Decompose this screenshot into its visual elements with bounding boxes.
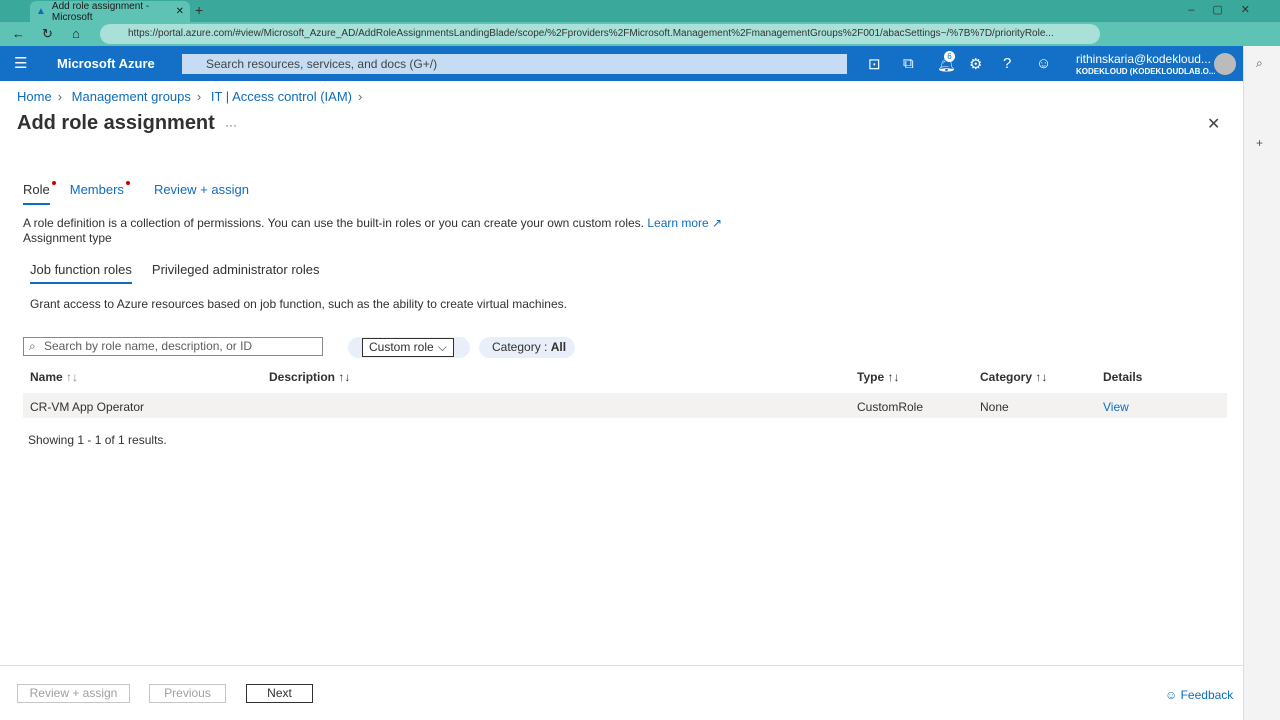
close-icon[interactable]: ✕ — [1207, 114, 1220, 134]
tab-review-assign[interactable]: Review + assign — [154, 182, 249, 205]
gear-icon[interactable]: ⚙ — [969, 55, 982, 73]
category-label: Category : — [492, 340, 551, 354]
breadcrumb-management-groups[interactable]: Management groups — [72, 89, 191, 104]
col-name[interactable]: Name ↑↓ — [30, 370, 78, 384]
tab-role[interactable]: Role — [23, 181, 56, 205]
required-dot — [51, 181, 56, 185]
required-dot — [125, 181, 130, 185]
previous-button[interactable]: Previous — [149, 684, 226, 703]
col-type[interactable]: Type ↑↓ — [857, 370, 899, 384]
breadcrumb-home[interactable]: Home — [17, 89, 52, 104]
tab-members[interactable]: Members — [69, 181, 130, 205]
header-label: Category — [980, 370, 1033, 384]
refresh-icon[interactable]: ↻ — [42, 26, 53, 42]
role-type-tabs: Job function roles Privileged administra… — [30, 262, 320, 284]
col-category[interactable]: Category ↑↓ — [980, 370, 1047, 384]
avatar[interactable] — [1214, 53, 1236, 75]
subtab-description: Grant access to Azure resources based on… — [30, 297, 567, 311]
hamburger-icon[interactable]: ☰ — [14, 54, 27, 72]
selected-value: Custom role — [369, 340, 434, 354]
address-bar: ← ↻ ⌂ https://portal.azure.com/#view/Mic… — [0, 22, 1280, 46]
user-tenant: KODEKLOUD (KODEKLOUDLAB.O... — [1076, 67, 1216, 76]
browser-tab[interactable]: ▲ Add role assignment - Microsoft ✕ — [30, 1, 190, 23]
role-type: CustomRole — [857, 400, 924, 414]
tab-label: Role — [23, 182, 50, 197]
tab-label: Members — [69, 182, 124, 197]
category-filter[interactable]: Category : All — [479, 337, 575, 358]
breadcrumb: Home › Management groups › IT | Access con… — [17, 89, 363, 104]
feedback-icon[interactable]: ☺ — [1036, 55, 1051, 72]
role-search-input[interactable]: ⌕ Search by role name, description, or ID — [23, 337, 323, 356]
header-label: Description — [269, 370, 336, 384]
edge-sidebar: ⌕ + — [1243, 46, 1280, 720]
feedback-label: Feedback — [1180, 688, 1234, 702]
table-row[interactable] — [23, 393, 1227, 418]
role-name[interactable]: CR-VM App Operator — [30, 400, 144, 414]
col-details: Details — [1103, 370, 1143, 384]
tab-label: Review + assign — [153, 182, 249, 197]
placeholder: Search by role name, description, or ID — [44, 339, 253, 353]
results-summary: Showing 1 - 1 of 1 results. — [28, 433, 167, 447]
back-icon[interactable]: ← — [12, 26, 25, 41]
sort-icon: ↑↓ — [338, 370, 351, 384]
cloud-shell-icon[interactable]: ⊡ — [868, 55, 881, 73]
next-button[interactable]: Next — [246, 684, 313, 703]
user-email[interactable]: rithinskaria@kodekloud... — [1076, 52, 1211, 66]
role-category: None — [980, 400, 1009, 414]
view-details-link[interactable]: View — [1103, 400, 1129, 414]
directory-filter-icon[interactable]: ⧉ — [903, 55, 914, 72]
external-link-icon: ↗ — [708, 216, 723, 230]
search-icon: ⌕ — [29, 339, 36, 353]
feedback-icon: ☺ — [1165, 688, 1181, 702]
url-input[interactable]: https://portal.azure.com/#view/Microsoft… — [100, 24, 1100, 44]
learn-more-link[interactable]: Learn more — [647, 216, 708, 230]
chevron-down-icon: ⌵ — [437, 340, 447, 354]
header-label: Name — [30, 370, 63, 384]
help-icon[interactable]: ? — [1003, 55, 1011, 72]
tab-job-function-roles[interactable]: Job function roles — [30, 262, 132, 284]
header-label: Type — [857, 370, 885, 384]
global-search-input[interactable]: Search resources, services, and docs (G+… — [182, 54, 847, 74]
review-assign-button[interactable]: Review + assign — [17, 684, 130, 703]
more-options-icon[interactable]: ··· — [225, 118, 237, 132]
sort-icon: ↑↓ — [1035, 370, 1048, 384]
tab-privileged-admin-roles[interactable]: Privileged administrator roles — [152, 262, 320, 284]
feedback-link[interactable]: ☺ Feedback — [1165, 688, 1233, 702]
search-icon[interactable]: ⌕ — [1256, 56, 1263, 71]
azure-icon: ▲ — [36, 6, 46, 17]
sort-icon: ↑↓ — [66, 370, 79, 384]
role-type-dropdown[interactable]: Custom role ⌵ — [362, 338, 454, 357]
browser-tab-bar: ▲ Add role assignment - Microsoft ✕ + –▢✕ — [0, 0, 1280, 23]
brand[interactable]: Microsoft Azure — [57, 56, 155, 71]
window-controls[interactable]: –▢✕ — [1188, 3, 1268, 16]
wizard-steps: Role Members Review + assign — [23, 181, 279, 205]
add-icon[interactable]: + — [1256, 136, 1263, 150]
azure-top-bar: ☰ Microsoft Azure Search resources, serv… — [0, 46, 1243, 81]
col-description[interactable]: Description ↑↓ — [269, 370, 350, 384]
notification-badge: 6 — [944, 51, 955, 62]
close-tab-icon[interactable]: ✕ — [176, 6, 184, 17]
home-icon[interactable]: ⌂ — [72, 26, 80, 41]
breadcrumb-iam[interactable]: IT | Access control (IAM) — [211, 89, 352, 104]
category-value: All — [550, 340, 567, 354]
intro-body: A role definition is a collection of per… — [23, 216, 644, 230]
sort-icon: ↑↓ — [887, 370, 900, 384]
page-title: Add role assignment — [17, 112, 215, 134]
intro-text: A role definition is a collection of per… — [23, 216, 722, 230]
assignment-type-label: Assignment type — [23, 231, 112, 245]
new-tab-icon[interactable]: + — [195, 2, 203, 18]
